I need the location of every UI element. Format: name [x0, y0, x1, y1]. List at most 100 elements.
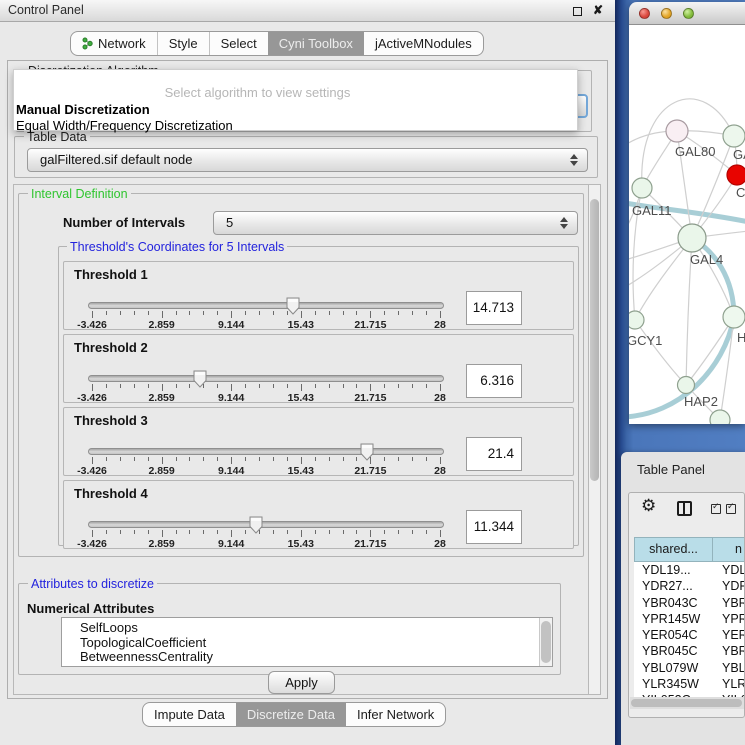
- attribute-item[interactable]: BetweennessCentrality: [62, 650, 552, 665]
- network-graph: GAL80GACGAL11GAL4GCY1HHAP2: [629, 25, 745, 424]
- network-window-titlebar[interactable]: [629, 2, 745, 25]
- network-view-window: GAL80GACGAL11GAL4GCY1HHAP2: [629, 2, 745, 424]
- interval-definition-label: Interval Definition: [28, 187, 131, 201]
- column-header-name[interactable]: n: [713, 537, 745, 562]
- table-row[interactable]: YER054CYER0: [634, 627, 745, 643]
- settings-viewport: Interval Definition Number of Intervals …: [13, 184, 588, 695]
- numerical-attributes-list[interactable]: SelfLoopsTopologicalCoefficientBetweenne…: [61, 617, 553, 667]
- zoom-traffic-light-icon[interactable]: [683, 8, 694, 19]
- table-rows[interactable]: YDL19...YDL1YDR27...YDR2YBR043CYBR0YPR14…: [634, 562, 745, 697]
- table-horizontal-scrollbar[interactable]: [630, 697, 744, 709]
- table-row[interactable]: YPR145WYPR1: [634, 611, 745, 627]
- network-node-label: GA: [733, 147, 745, 162]
- combo-spinner-icon: [570, 154, 578, 166]
- gear-icon[interactable]: ⚙: [641, 496, 656, 516]
- table-row[interactable]: YDL19...YDL1: [634, 562, 745, 578]
- table-row[interactable]: YDR27...YDR2: [634, 578, 745, 594]
- table-data-combobox[interactable]: galFiltered.sif default node: [27, 148, 588, 172]
- network-node[interactable]: [678, 377, 695, 394]
- table-row[interactable]: YLR345WYLR3: [634, 676, 745, 692]
- attributes-group-label: Attributes to discretize: [28, 577, 157, 591]
- tab-select[interactable]: Select: [209, 32, 268, 55]
- columns-icon[interactable]: [677, 501, 692, 516]
- column-header-shared[interactable]: shared...: [634, 537, 713, 562]
- network-icon: [82, 37, 93, 50]
- slider-track[interactable]: [88, 521, 444, 528]
- checkbox-checked-icon[interactable]: [726, 504, 736, 514]
- network-node-label: H: [737, 330, 745, 345]
- network-node-label: GAL4: [690, 252, 723, 267]
- threshold-label: Threshold 1: [74, 267, 148, 282]
- tab-style[interactable]: Style: [157, 32, 209, 55]
- table-panel-title: Table Panel: [637, 462, 705, 477]
- threshold-value-field[interactable]: 21.4: [466, 437, 522, 471]
- slider-handle-icon[interactable]: [193, 370, 207, 388]
- threshold-value: 14.713: [473, 292, 514, 324]
- threshold-slider[interactable]: -3.4262.8599.14415.4321.71528: [86, 444, 446, 476]
- network-node-label: GAL80: [675, 144, 715, 159]
- table-row[interactable]: YBR045CYBR0: [634, 643, 745, 659]
- control-panel-titlebar[interactable]: Control Panel ✘: [0, 0, 615, 22]
- attribute-item[interactable]: TopologicalCoefficient: [62, 636, 552, 651]
- settings-scrollbar[interactable]: [588, 184, 601, 695]
- control-panel-window: Control Panel ✘ Network Style Select Cyn…: [0, 0, 615, 745]
- number-of-intervals-label: Number of Intervals: [63, 215, 185, 230]
- threshold-label: Threshold 3: [74, 413, 148, 428]
- network-node-label: C: [736, 185, 745, 200]
- close-traffic-light-icon[interactable]: [639, 8, 650, 19]
- algorithm-option-equal-width[interactable]: Equal Width/Frequency Discretization: [16, 118, 233, 133]
- tab-style-label: Style: [169, 32, 198, 55]
- threshold-value-field[interactable]: 11.344: [466, 510, 522, 544]
- network-node-label: GAL11: [632, 203, 672, 218]
- slider-track[interactable]: [88, 375, 444, 382]
- threshold-panel: Threshold 4 -3.4262.8599.14415.4321.7152…: [63, 480, 574, 549]
- float-window-icon[interactable]: [573, 7, 582, 16]
- threshold-slider[interactable]: -3.4262.8599.14415.4321.71528: [86, 517, 446, 549]
- slider-handle-icon[interactable]: [249, 516, 263, 534]
- tab-cyni-toolbox[interactable]: Cyni Toolbox: [268, 32, 364, 55]
- minimize-traffic-light-icon[interactable]: [661, 8, 672, 19]
- network-node[interactable]: [710, 410, 730, 424]
- network-canvas[interactable]: GAL80GACGAL11GAL4GCY1HHAP2: [629, 25, 745, 424]
- attribute-item[interactable]: SelfLoops: [62, 621, 552, 636]
- network-node[interactable]: [632, 178, 652, 198]
- threshold-value-field[interactable]: 14.713: [466, 291, 522, 325]
- network-node[interactable]: [723, 125, 745, 147]
- threshold-value: 11.344: [474, 511, 514, 543]
- apply-button[interactable]: Apply: [268, 671, 335, 694]
- table-panel-body: ⚙ shared... n YDL19...YDL1YDR27...YDR2YB…: [628, 492, 745, 718]
- table-row[interactable]: YBR043CYBR0: [634, 595, 745, 611]
- threshold-slider[interactable]: -3.4262.8599.14415.4321.71528: [86, 298, 446, 330]
- slider-handle-icon[interactable]: [360, 443, 374, 461]
- tab-infer-network[interactable]: Infer Network: [346, 703, 445, 726]
- tab-network[interactable]: Network: [71, 32, 157, 55]
- slider-handle-icon[interactable]: [286, 297, 300, 315]
- threshold-slider[interactable]: -3.4262.8599.14415.4321.71528: [86, 371, 446, 403]
- checkbox-checked-icon[interactable]: [711, 504, 721, 514]
- slider-track[interactable]: [88, 302, 444, 309]
- tab-jactivemnodules[interactable]: jActiveMNodules: [364, 32, 483, 55]
- algorithm-dropdown-popup: Select algorithm to view settings Manual…: [13, 69, 578, 131]
- algorithm-placeholder-option[interactable]: Select algorithm to view settings: [14, 85, 501, 100]
- threshold-panel: Threshold 3 -3.4262.8599.14415.4321.7152…: [63, 407, 574, 476]
- table-data-selected-value: galFiltered.sif default node: [40, 149, 192, 171]
- table-row[interactable]: YBL079WYBL0: [634, 660, 745, 676]
- threshold-value-field[interactable]: 6.316: [466, 364, 522, 398]
- close-icon[interactable]: ✘: [593, 3, 603, 17]
- tab-impute-data-label: Impute Data: [154, 703, 225, 726]
- tab-impute-data[interactable]: Impute Data: [143, 703, 236, 726]
- number-of-intervals-combobox[interactable]: 5: [213, 211, 578, 235]
- attributes-list-scrollbar[interactable]: [539, 618, 552, 666]
- network-node[interactable]: [666, 120, 688, 142]
- network-node[interactable]: [629, 311, 644, 329]
- network-node[interactable]: [727, 165, 745, 185]
- network-node-label: GCY1: [629, 333, 662, 348]
- slider-track[interactable]: [88, 448, 444, 455]
- desktop-background: GAL80GACGAL11GAL4GCY1HHAP2 Table Panel ⚙…: [615, 0, 745, 745]
- attribute-items: SelfLoopsTopologicalCoefficientBetweenne…: [62, 621, 552, 665]
- tab-discretize-data[interactable]: Discretize Data: [236, 703, 346, 726]
- tab-infer-network-label: Infer Network: [357, 703, 434, 726]
- algorithm-option-manual[interactable]: Manual Discretization: [16, 102, 150, 117]
- network-node[interactable]: [723, 306, 745, 328]
- network-node[interactable]: [678, 224, 706, 252]
